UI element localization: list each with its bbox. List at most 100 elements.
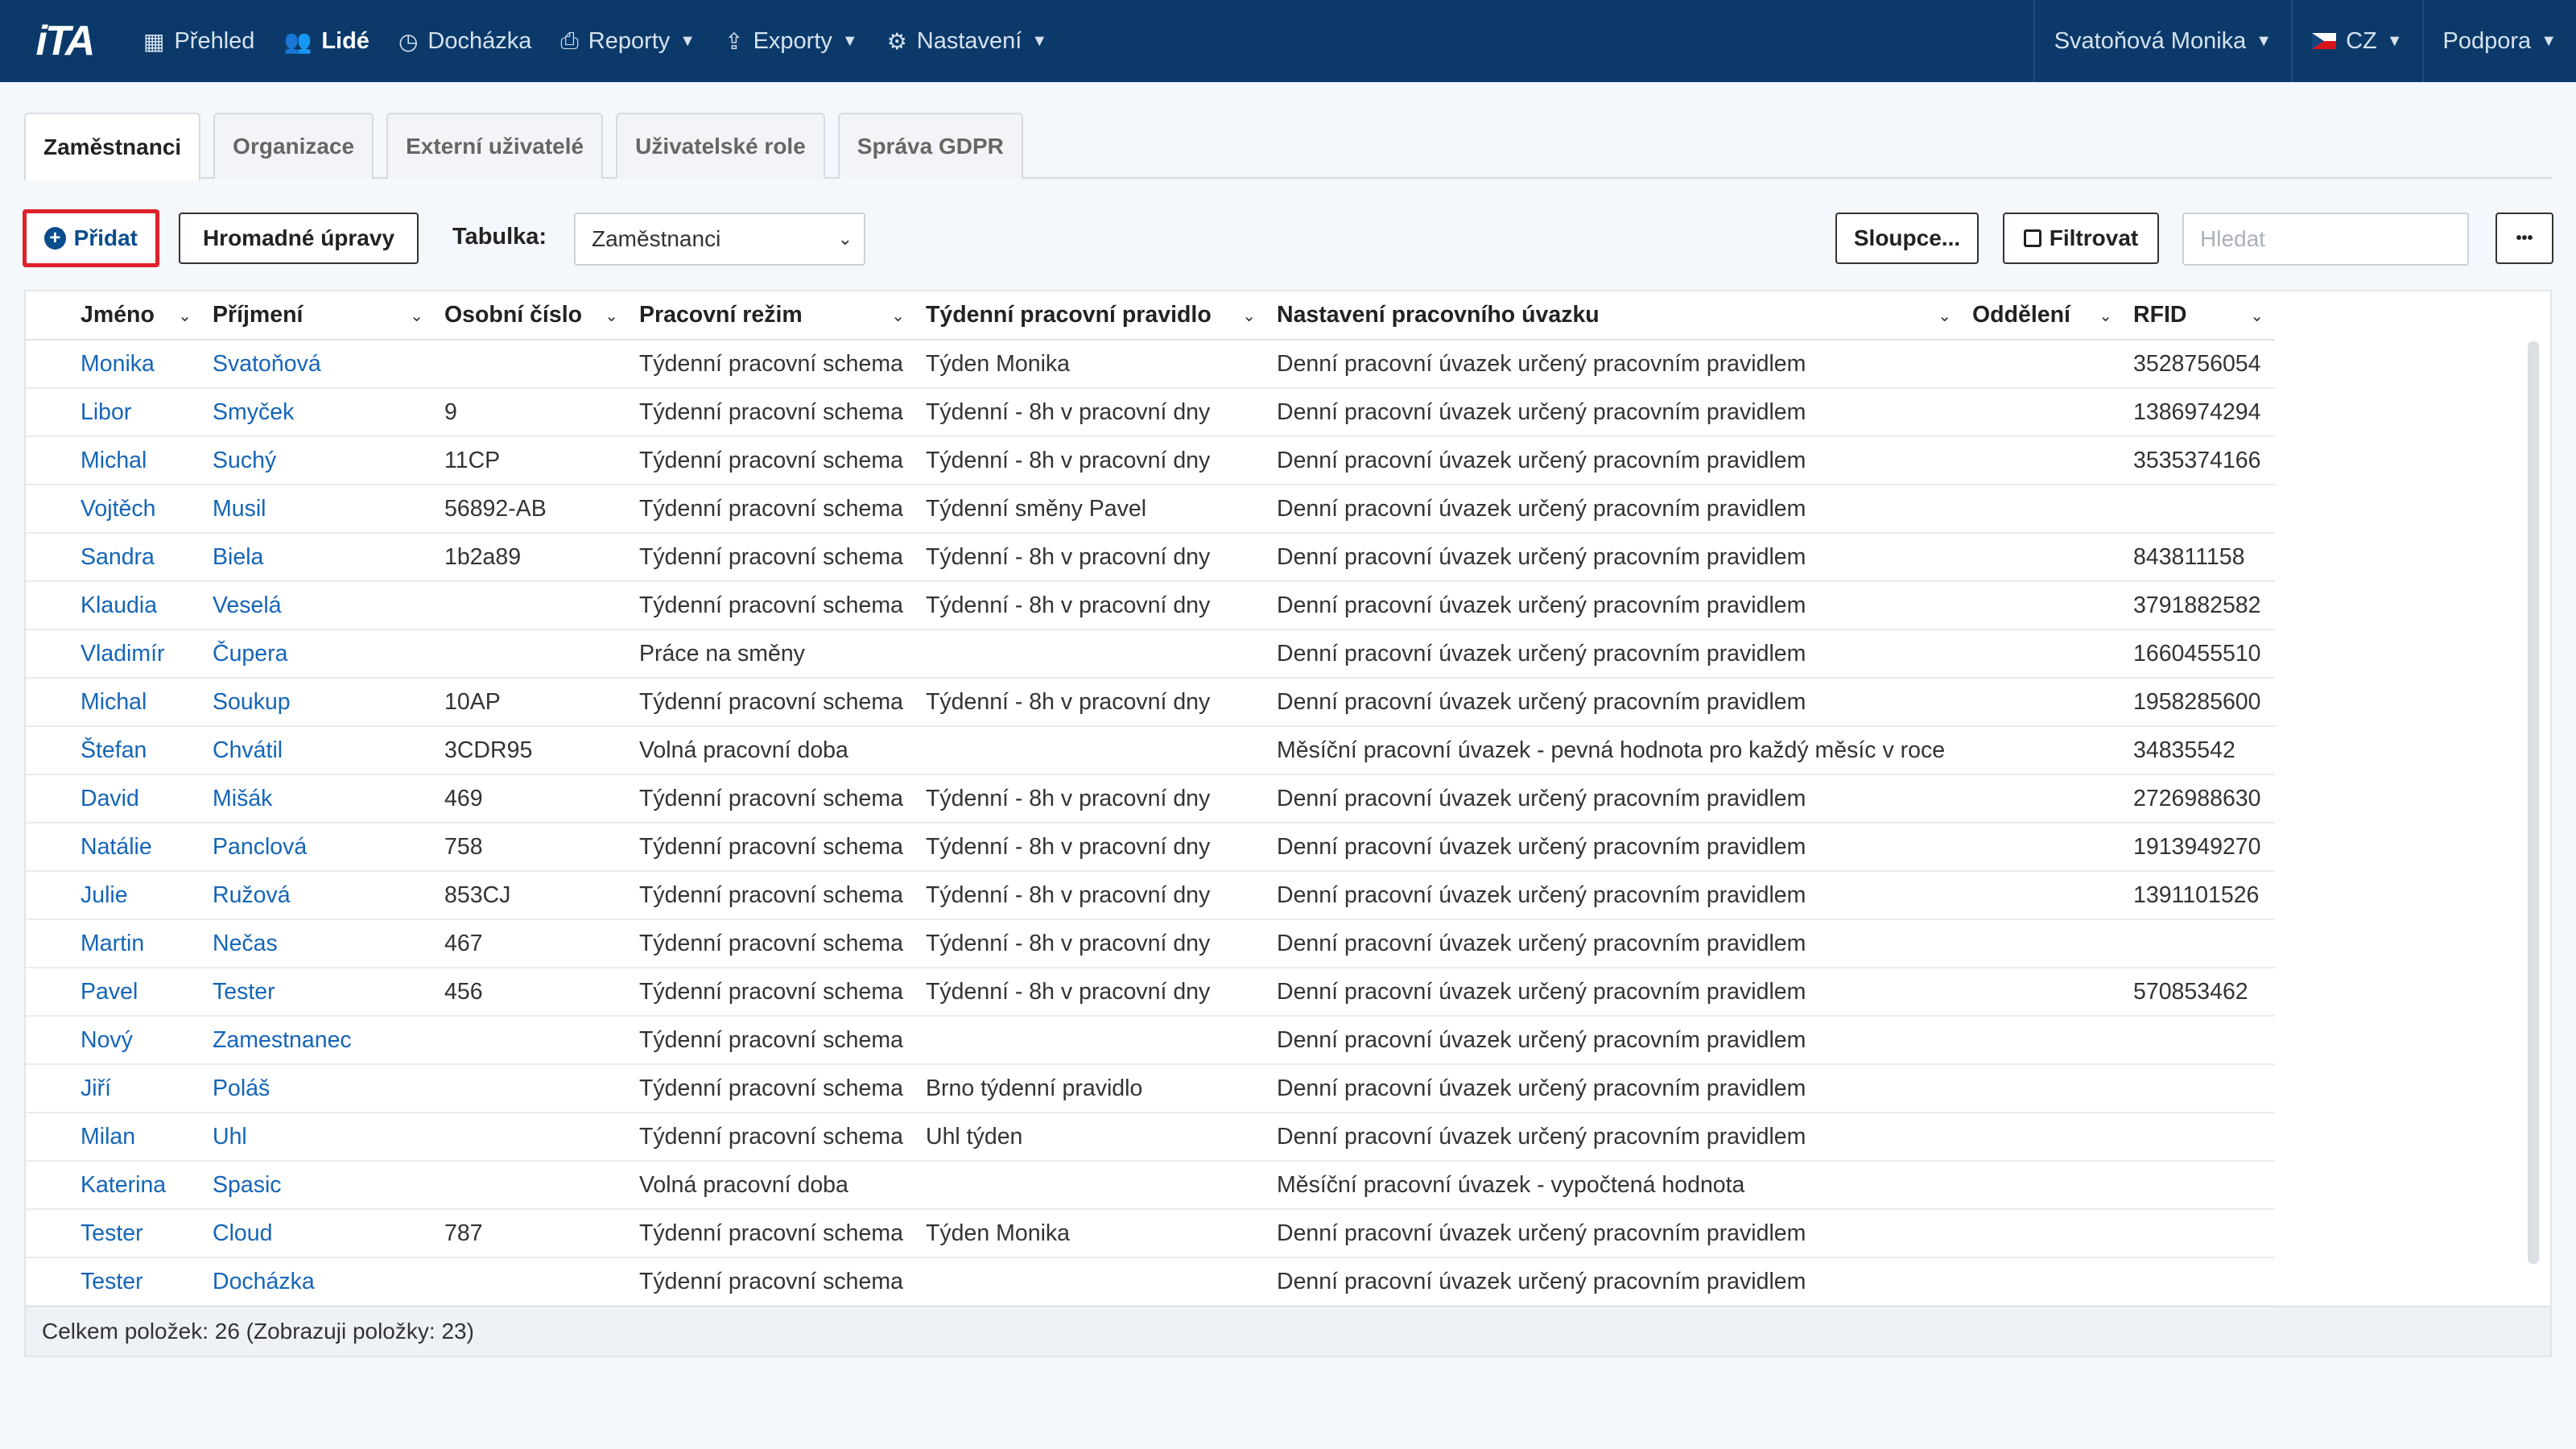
header-pracovni-rezim[interactable]: Pracovní režim ⌄ (630, 291, 916, 341)
cell-jmeno[interactable]: Katerina (71, 1161, 203, 1210)
language-menu[interactable]: CZ ▼ (2291, 0, 2421, 82)
table-row[interactable]: Pavel Tester 456 Týdenní pracovní schema Týd… (26, 968, 2275, 1017)
cell-prijmeni[interactable]: Chvátil (203, 726, 435, 775)
support-menu[interactable]: Podpora ▼ (2421, 0, 2576, 82)
table-row[interactable]: David Mišák 469 Týdenní pracovní schema Týde… (26, 774, 2275, 824)
cell-prijmeni[interactable]: Musil (203, 485, 435, 534)
tab-sprava-gdpr[interactable]: Správa GDPR (837, 113, 1023, 179)
cell-jmeno[interactable]: Vladimír (71, 630, 203, 679)
nav-item-exporty[interactable]: ⇪ Exporty ▼ (710, 0, 873, 82)
nav-item-dochazka[interactable]: ◷ Docházka (384, 0, 546, 82)
header-jmeno[interactable]: Jméno ⌄ (71, 291, 203, 341)
caret-down-icon: ▼ (841, 31, 858, 50)
cell-prijmeni[interactable]: Biela (203, 533, 435, 582)
tab-organizace[interactable]: Organizace (213, 113, 374, 179)
table-row[interactable]: Martin Nečas 467 Týdenní pracovní schema Týd… (26, 919, 2275, 968)
cell-prijmeni[interactable]: Veselá (203, 581, 435, 630)
table-row[interactable]: Klaudia Veselá Týdenní pracovní schema Týde… (26, 581, 2275, 630)
tab-externi-uzivatele[interactable]: Externí uživatelé (386, 113, 604, 179)
nav-item-reporty[interactable]: ⎙ Reporty ▼ (546, 0, 710, 82)
table-row[interactable]: Natálie Panclová 758 Týdenní pracovní schem… (26, 823, 2275, 872)
row-spacer (26, 436, 71, 485)
cell-jmeno[interactable]: Vojtěch (71, 485, 203, 534)
cell-tydenni-pravidlo (916, 1257, 1267, 1307)
vertical-scrollbar[interactable] (2528, 341, 2539, 1264)
bulk-edit-button[interactable]: Hromadné úpravy (179, 213, 419, 264)
cell-prijmeni[interactable]: Čupera (203, 630, 435, 679)
cell-prijmeni[interactable]: Svatoňová (203, 340, 435, 389)
cell-prijmeni[interactable]: Uhl (203, 1113, 435, 1162)
cell-jmeno[interactable]: Tester (71, 1257, 203, 1307)
table-row[interactable]: Sandra Biela 1b2a89 Týdenní pracovní schema… (26, 533, 2275, 582)
top-navbar: iTA ▦ Přehled 👥 Lidé ◷ Docházka ⎙ Report… (0, 0, 2576, 82)
search-input[interactable]: Hledat (2182, 213, 2469, 266)
tab-zamestnanci[interactable]: Zaměstnanci (24, 113, 201, 180)
header-tydenni-pravidlo[interactable]: Týdenní pracovní pravidlo ⌄ (916, 291, 1267, 341)
cell-jmeno[interactable]: Sandra (71, 533, 203, 582)
cell-prijmeni[interactable]: Tester (203, 968, 435, 1017)
table-row[interactable]: Vojtěch Musil 56892-AB Týdenní pracovní sch… (26, 485, 2275, 534)
table-row[interactable]: Tester Docházka Týdenní pracovní schema Den… (26, 1257, 2275, 1307)
columns-button[interactable]: Sloupce... (1835, 213, 1979, 264)
cell-jmeno[interactable]: Nový (71, 1016, 203, 1065)
more-options-button[interactable]: ••• (2496, 213, 2553, 264)
header-rfid[interactable]: RFID ⌄ (2124, 291, 2275, 341)
cell-prijmeni[interactable]: Smyček (203, 388, 435, 437)
nav-item-nastaveni[interactable]: ⚙ Nastavení ▼ (873, 0, 1062, 82)
cell-jmeno[interactable]: Michal (71, 678, 203, 727)
sort-chevron-icon: ⌄ (178, 308, 192, 325)
table-row[interactable]: Nový Zamestnanec Týdenní pracovní schema De… (26, 1016, 2275, 1065)
user-menu[interactable]: Svatoňová Monika ▼ (2033, 0, 2291, 82)
cell-jmeno[interactable]: Pavel (71, 968, 203, 1017)
table-row[interactable]: Štefan Chvátil 3CDR95 Volná pracovní doba Mě… (26, 726, 2275, 775)
table-row[interactable]: Michal Soukup 10AP Týdenní pracovní schema T… (26, 678, 2275, 727)
header-nastaveni-uvazku[interactable]: Nastavení pracovního úvazku ⌄ (1267, 291, 1963, 341)
tab-uzivatelske-role[interactable]: Uživatelské role (616, 113, 825, 179)
app-logo[interactable]: iTA (0, 0, 129, 82)
cell-prijmeni[interactable]: Nečas (203, 919, 435, 968)
cell-jmeno[interactable]: David (71, 774, 203, 824)
add-button[interactable]: + Přidat (23, 209, 159, 267)
cell-jmeno[interactable]: Tester (71, 1209, 203, 1258)
table-row[interactable]: Jiří Poláš Týdenní pracovní schema Brno týd… (26, 1064, 2275, 1113)
table-row[interactable]: Vladimír Čupera Práce na směny Denní pracov… (26, 630, 2275, 679)
cell-prijmeni[interactable]: Spasic (203, 1161, 435, 1210)
cell-prijmeni[interactable]: Panclová (203, 823, 435, 872)
cell-prijmeni[interactable]: Docházka (203, 1257, 435, 1307)
table-row[interactable]: Michal Suchý 11CP Týdenní pracovní schema Tý… (26, 436, 2275, 485)
main-content: Zaměstnanci Organizace Externí uživatelé… (0, 82, 2576, 1449)
table-row[interactable]: Tester Cloud 787 Týdenní pracovní schema Týd… (26, 1209, 2275, 1258)
table-row[interactable]: Libor Smyček 9 Týdenní pracovní schema Týden… (26, 388, 2275, 437)
table-select[interactable]: Zaměstnanci ⌄ (574, 213, 865, 266)
cell-prijmeni[interactable]: Poláš (203, 1064, 435, 1113)
cell-jmeno[interactable]: Julie (71, 871, 203, 920)
header-prijmeni[interactable]: Příjmení ⌄ (203, 291, 435, 341)
table-row[interactable]: Milan Uhl Týdenní pracovní schema Uhl týden… (26, 1113, 2275, 1162)
cell-prijmeni[interactable]: Suchý (203, 436, 435, 485)
chevron-down-icon: ⌄ (837, 229, 852, 249)
filter-button[interactable]: Filtrovat (2003, 213, 2159, 264)
cell-jmeno[interactable]: Michal (71, 436, 203, 485)
cell-jmeno[interactable]: Milan (71, 1113, 203, 1162)
cell-tydenni-pravidlo: Uhl týden (916, 1113, 1267, 1162)
nav-item-prehled[interactable]: ▦ Přehled (129, 0, 269, 82)
nav-item-lide[interactable]: 👥 Lidé (269, 0, 384, 82)
cell-prijmeni[interactable]: Soukup (203, 678, 435, 727)
cell-jmeno[interactable]: Jiří (71, 1064, 203, 1113)
cell-jmeno[interactable]: Klaudia (71, 581, 203, 630)
cell-nastaveni-uvazku: Denní pracovní úvazek určený pracovním p… (1267, 1209, 1963, 1258)
cell-jmeno[interactable]: Monika (71, 340, 203, 389)
header-osobni-cislo[interactable]: Osobní číslo ⌄ (435, 291, 630, 341)
cell-prijmeni[interactable]: Cloud (203, 1209, 435, 1258)
cell-prijmeni[interactable]: Zamestnanec (203, 1016, 435, 1065)
cell-jmeno[interactable]: Martin (71, 919, 203, 968)
table-row[interactable]: Monika Svatoňová Týdenní pracovní schema Tý… (26, 340, 2275, 389)
cell-jmeno[interactable]: Štefan (71, 726, 203, 775)
table-row[interactable]: Katerina Spasic Volná pracovní doba Měsíční… (26, 1161, 2275, 1210)
cell-prijmeni[interactable]: Ružová (203, 871, 435, 920)
cell-jmeno[interactable]: Libor (71, 388, 203, 437)
header-oddeleni[interactable]: Oddělení ⌄ (1963, 291, 2124, 341)
cell-prijmeni[interactable]: Mišák (203, 774, 435, 824)
table-row[interactable]: Julie Ružová 853CJ Týdenní pracovní schema T… (26, 871, 2275, 920)
cell-jmeno[interactable]: Natálie (71, 823, 203, 872)
